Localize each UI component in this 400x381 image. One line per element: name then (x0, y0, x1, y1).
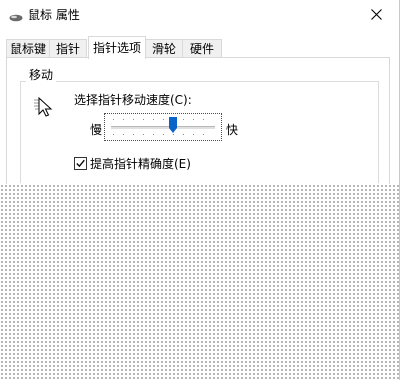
motion-group-title: 移动 (26, 67, 57, 83)
mouse-icon (9, 11, 23, 22)
slider-ticks-bottom (113, 134, 213, 135)
enhance-precision-checkbox[interactable] (74, 157, 87, 170)
window-title: 鼠标 属性 (28, 8, 80, 22)
mouse-properties-window: 鼠标 属性 鼠标键 指针 指针选项 滑轮 硬件 移动 选择指针移动速度(C): … (0, 0, 400, 380)
close-button[interactable] (354, 0, 399, 30)
pointer-trails-icon (33, 96, 53, 117)
fast-label: 快 (226, 123, 239, 137)
enhance-precision-label: 提高指针精确度(E) (90, 157, 191, 171)
tab-pointers[interactable]: 指针 (49, 39, 87, 58)
tab-hardware[interactable]: 硬件 (182, 39, 222, 58)
slider-ticks-top (113, 119, 213, 120)
tab-buttons[interactable]: 鼠标键 (6, 39, 50, 58)
tab-wheel[interactable]: 滑轮 (145, 39, 183, 58)
tab-pointer-options[interactable]: 指针选项 (88, 36, 146, 59)
slider-thumb[interactable] (169, 117, 178, 133)
title-bar: 鼠标 属性 (0, 0, 399, 30)
slow-label: 慢 (90, 123, 103, 137)
slider-track (111, 126, 215, 129)
speed-label: 选择指针移动速度(C): (74, 93, 192, 107)
checkmark-icon (76, 159, 85, 168)
pointer-speed-slider[interactable] (104, 113, 222, 141)
